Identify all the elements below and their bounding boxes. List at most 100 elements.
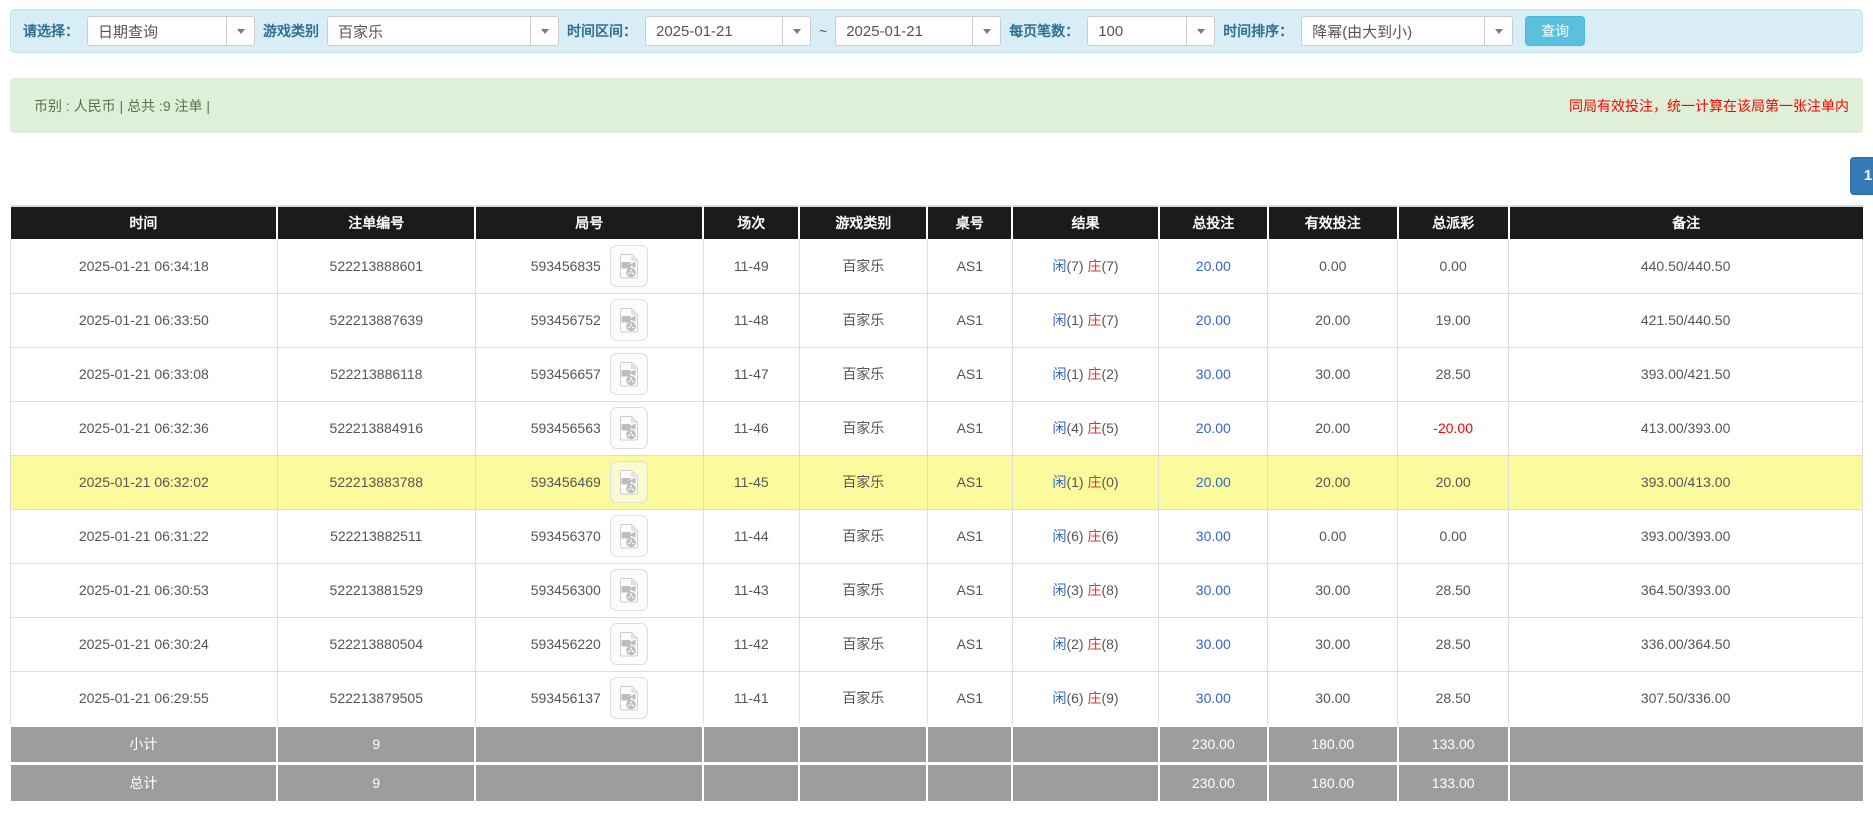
table-row[interactable]: 2025-01-21 06:29:55522213879505593456137… — [11, 671, 1863, 725]
col-session: 场次 — [703, 206, 799, 239]
cell-remark: 440.50/440.50 — [1509, 239, 1863, 293]
result-player-score: (6) — [1066, 690, 1087, 706]
total-bet-link[interactable]: 30.00 — [1196, 366, 1231, 382]
page-size-label: 每页笔数： — [1009, 21, 1079, 41]
total-bet-link[interactable]: 20.00 — [1196, 420, 1231, 436]
page-size-select[interactable]: 100 — [1087, 16, 1215, 46]
round-id-group: 593456137 — [476, 677, 703, 719]
total-bet-link[interactable]: 20.00 — [1196, 258, 1231, 274]
cell-session: 11-48 — [703, 293, 799, 347]
cell-valid-bet: 30.00 — [1268, 563, 1398, 617]
query-button[interactable]: 查询 — [1525, 16, 1585, 46]
table-row[interactable]: 2025-01-21 06:33:08522213886118593456657… — [11, 347, 1863, 401]
cell-round-id: 593456469 — [475, 455, 703, 509]
video-record-icon[interactable] — [610, 299, 648, 341]
cell-valid-bet: 20.00 — [1268, 293, 1398, 347]
cell-result: 闲(2) 庄(8) — [1012, 617, 1158, 671]
table-row[interactable]: 2025-01-21 06:32:36522213884916593456563… — [11, 401, 1863, 455]
payout-value: -20.00 — [1433, 420, 1473, 436]
cell-bet-id: 522213887639 — [277, 293, 475, 347]
cell-remark: 393.00/413.00 — [1509, 455, 1863, 509]
cell-valid-bet: 30.00 — [1268, 347, 1398, 401]
cell-table-id: AS1 — [927, 671, 1012, 725]
date-from-select[interactable]: 2025-01-21 — [645, 16, 811, 46]
round-id-value: 593456469 — [531, 474, 601, 490]
video-record-icon[interactable] — [610, 677, 648, 719]
cell-payout: 0.00 — [1398, 239, 1509, 293]
table-row[interactable]: 2025-01-21 06:33:50522213887639593456752… — [11, 293, 1863, 347]
cell-payout: 20.00 — [1398, 455, 1509, 509]
cell-session: 11-42 — [703, 617, 799, 671]
table-row[interactable]: 2025-01-21 06:32:02522213883788593456469… — [11, 455, 1863, 509]
cell-time: 2025-01-21 06:32:02 — [11, 455, 278, 509]
total-bet-link[interactable]: 30.00 — [1196, 690, 1231, 706]
table-row[interactable]: 2025-01-21 06:30:24522213880504593456220… — [11, 617, 1863, 671]
result-banker-score: (0) — [1101, 474, 1118, 490]
cell-table-id: AS1 — [927, 455, 1012, 509]
result-player-score: (1) — [1066, 366, 1087, 382]
footer-payout: 133.00 — [1398, 725, 1509, 763]
time-sort-select[interactable]: 降幂(由大到小) — [1301, 16, 1513, 46]
result-banker-score: (7) — [1101, 312, 1118, 328]
cell-round-id: 593456137 — [475, 671, 703, 725]
cell-round-id: 593456370 — [475, 509, 703, 563]
cell-total-bet: 20.00 — [1159, 401, 1268, 455]
footer-valid-bet: 180.00 — [1268, 725, 1398, 763]
col-result: 结果 — [1012, 206, 1158, 239]
cell-total-bet: 30.00 — [1159, 509, 1268, 563]
cell-game-type: 百家乐 — [799, 401, 927, 455]
cell-game-type: 百家乐 — [799, 617, 927, 671]
footer-valid-bet: 180.00 — [1268, 763, 1398, 801]
table-row[interactable]: 2025-01-21 06:34:18522213888601593456835… — [11, 239, 1863, 293]
cell-total-bet: 30.00 — [1159, 563, 1268, 617]
round-id-group: 593456835 — [476, 245, 703, 287]
cell-game-type: 百家乐 — [799, 239, 927, 293]
total-bet-link[interactable]: 30.00 — [1196, 582, 1231, 598]
video-record-icon[interactable] — [610, 569, 648, 611]
game-type-label: 游戏类别 — [263, 21, 319, 41]
round-id-group: 593456220 — [476, 623, 703, 665]
game-type-select[interactable]: 百家乐 — [327, 16, 559, 46]
video-record-icon[interactable] — [610, 245, 648, 287]
cell-remark: 393.00/421.50 — [1509, 347, 1863, 401]
cell-total-bet: 20.00 — [1159, 239, 1268, 293]
table-row[interactable]: 2025-01-21 06:31:22522213882511593456370… — [11, 509, 1863, 563]
cell-table-id: AS1 — [927, 347, 1012, 401]
result-banker-score: (5) — [1101, 420, 1118, 436]
result-banker: 庄 — [1087, 528, 1101, 544]
chevron-down-icon — [1186, 17, 1214, 45]
total-bet-link[interactable]: 20.00 — [1196, 474, 1231, 490]
cell-time: 2025-01-21 06:33:50 — [11, 293, 278, 347]
query-type-value: 日期查询 — [88, 17, 226, 45]
footer-empty — [799, 763, 927, 801]
video-record-icon[interactable] — [610, 407, 648, 449]
video-record-icon[interactable] — [610, 353, 648, 395]
page-1-button[interactable]: 1 — [1850, 157, 1873, 195]
result-banker: 庄 — [1087, 366, 1101, 382]
cell-bet-id: 522213882511 — [277, 509, 475, 563]
query-type-select[interactable]: 日期查询 — [87, 16, 255, 46]
total-bet-link[interactable]: 30.00 — [1196, 528, 1231, 544]
cell-round-id: 593456657 — [475, 347, 703, 401]
result-banker-score: (6) — [1101, 528, 1118, 544]
result-player: 闲 — [1052, 582, 1066, 598]
payout-value: 28.50 — [1436, 636, 1471, 652]
cell-session: 11-44 — [703, 509, 799, 563]
result-banker-score: (8) — [1101, 582, 1118, 598]
footer-empty — [927, 725, 1012, 763]
cell-result: 闲(6) 庄(6) — [1012, 509, 1158, 563]
table-row[interactable]: 2025-01-21 06:30:53522213881529593456300… — [11, 563, 1863, 617]
date-to-select[interactable]: 2025-01-21 — [835, 16, 1001, 46]
round-id-value: 593456563 — [531, 420, 601, 436]
total-bet-link[interactable]: 30.00 — [1196, 636, 1231, 652]
cell-game-type: 百家乐 — [799, 509, 927, 563]
result-banker-score: (7) — [1101, 258, 1118, 274]
video-record-icon[interactable] — [610, 623, 648, 665]
payout-value: 19.00 — [1436, 312, 1471, 328]
video-record-icon[interactable] — [610, 461, 648, 503]
col-valid-bet: 有效投注 — [1268, 206, 1398, 239]
total-bet-link[interactable]: 20.00 — [1196, 312, 1231, 328]
video-record-icon[interactable] — [610, 515, 648, 557]
payout-value: 0.00 — [1440, 258, 1467, 274]
cell-session: 11-47 — [703, 347, 799, 401]
